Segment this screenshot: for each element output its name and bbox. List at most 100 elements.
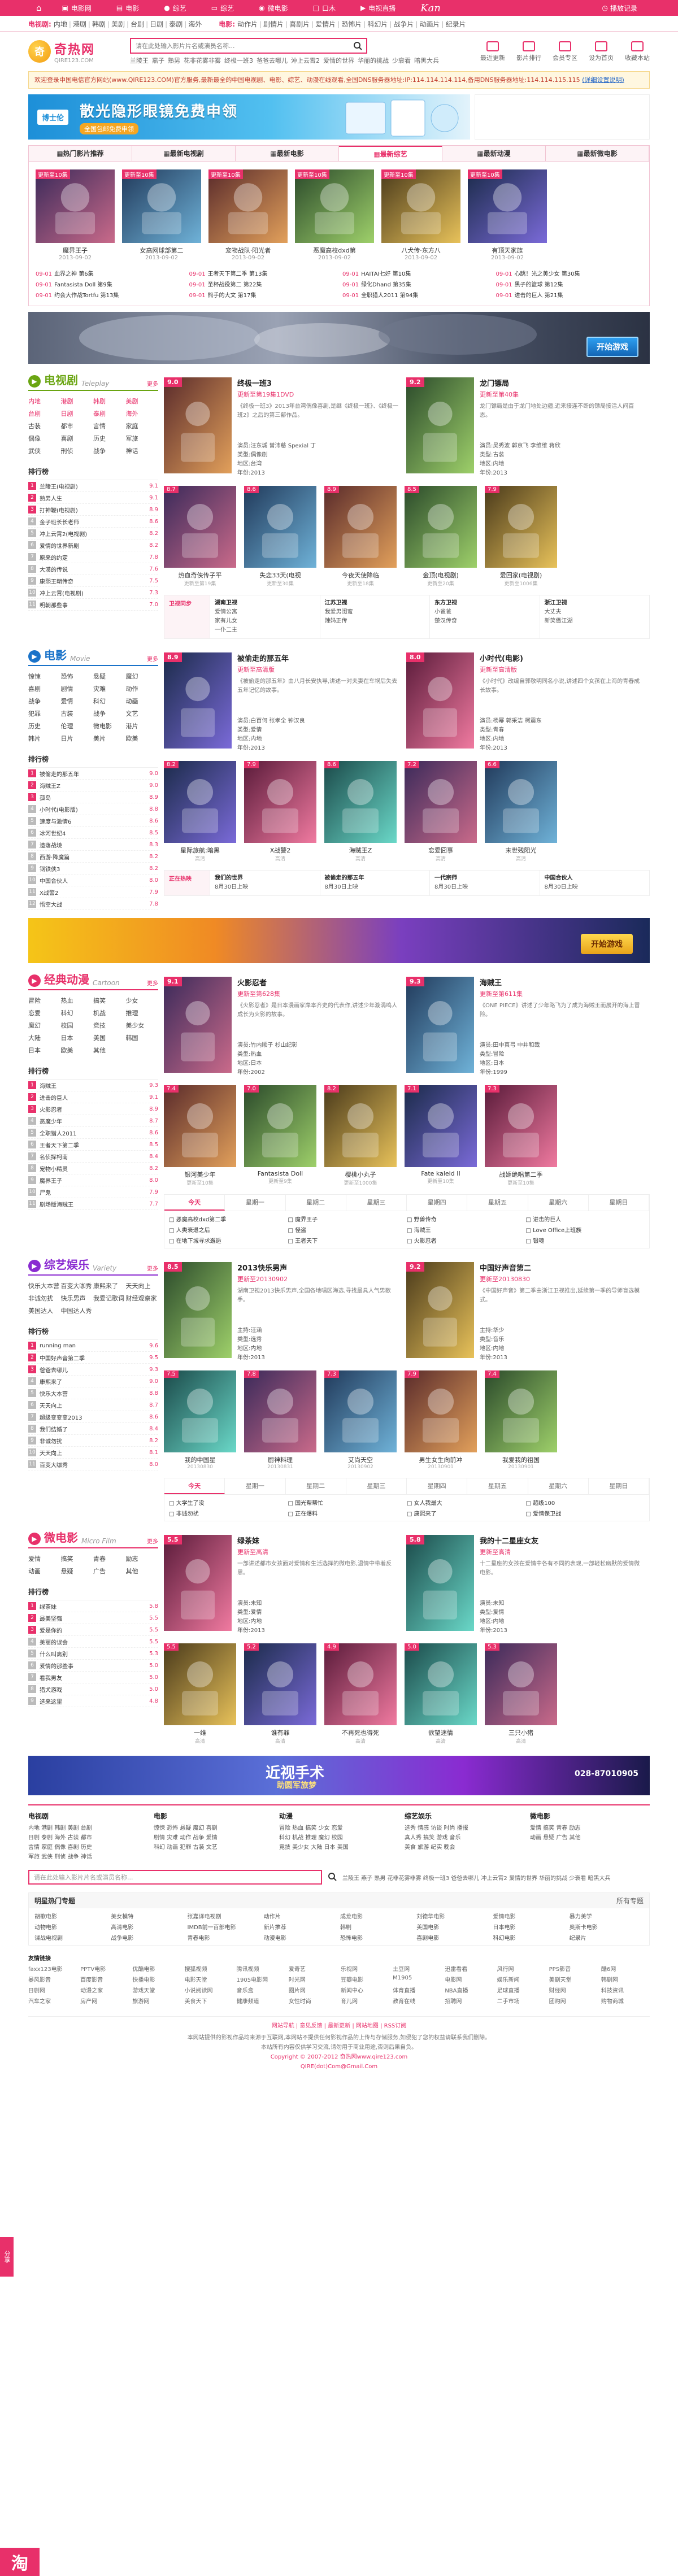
- subnav-link[interactable]: 台剧: [131, 20, 144, 28]
- friend-link[interactable]: 汽车之家: [28, 1996, 77, 2005]
- media-thumb[interactable]: 7.9: [485, 486, 557, 568]
- rank-item[interactable]: 8 大漠的传说 7.6: [28, 563, 158, 575]
- topic-link[interactable]: 美女模特: [111, 1912, 185, 1920]
- feature-thumb[interactable]: 9.0: [164, 377, 232, 473]
- category-link[interactable]: 伦理: [61, 721, 94, 730]
- topnav-item-1[interactable]: ▤ 电影: [104, 0, 151, 16]
- feature-thumb[interactable]: 9.2: [406, 377, 474, 473]
- rank-item[interactable]: 4 小时代(电影版) 8.8: [28, 803, 158, 815]
- topic-link[interactable]: 新片推荐: [264, 1922, 338, 1931]
- media-card[interactable]: 8.9 今夜天使降临 更新至18集: [324, 486, 397, 587]
- subnav-link[interactable]: 动画片: [420, 20, 440, 28]
- category-link[interactable]: 日片: [61, 734, 94, 743]
- weekday-item[interactable]: □ 王者天下: [288, 1236, 407, 1245]
- weekday-item[interactable]: □ 海贼王: [407, 1225, 526, 1234]
- category-link[interactable]: 欧美: [61, 1046, 94, 1055]
- feature-card[interactable]: 9.3 海贼王 更新至第611集 《ONE PIECE》讲述了少年路飞为了成为海贼王而…: [406, 977, 641, 1077]
- rank-item[interactable]: 6 冰河世纪4 8.5: [28, 827, 158, 839]
- poster-card[interactable]: 更新至10集 八犬传·东方八 2013-09-02: [381, 169, 460, 261]
- quick-link[interactable]: 设为首页: [589, 41, 614, 62]
- schedule-item[interactable]: 家有儿女: [215, 617, 315, 626]
- schedule-item[interactable]: 新笑傲江湖: [545, 617, 645, 626]
- friend-link[interactable]: 音乐盒: [237, 1986, 285, 1994]
- friend-link[interactable]: 美剧天堂: [549, 1975, 598, 1983]
- topic-link[interactable]: 动物电影: [34, 1922, 108, 1931]
- media-card[interactable]: 6.6 末世残阳光 高清: [485, 761, 557, 862]
- rank-item[interactable]: 8 宠物小精灵 8.2: [28, 1163, 158, 1174]
- footer-category-title[interactable]: 电影: [154, 1811, 273, 1821]
- schedule-item[interactable]: 江苏卫视: [325, 600, 347, 606]
- media-name[interactable]: 不再死也得死: [324, 1728, 397, 1737]
- category-link[interactable]: 美少女: [126, 1021, 159, 1030]
- subnav-link[interactable]: 泰剧: [169, 20, 182, 28]
- category-link[interactable]: 文艺: [126, 709, 159, 718]
- media-thumb[interactable]: 7.1: [405, 1085, 477, 1167]
- friend-link[interactable]: 健康频道: [237, 1996, 285, 2005]
- media-card[interactable]: 7.3 战姬绝唱第二季 更新至10集: [485, 1085, 557, 1186]
- media-thumb[interactable]: 7.5: [164, 1370, 236, 1452]
- friend-link[interactable]: 动漫之家: [80, 1986, 129, 1994]
- category-link[interactable]: 百变大咖秀: [61, 1281, 94, 1290]
- weekday-tab[interactable]: 今天: [164, 1478, 225, 1494]
- topic-link[interactable]: 爱情电影: [493, 1912, 567, 1920]
- hot-word-link[interactable]: 爱情的世界: [323, 57, 354, 64]
- category-link[interactable]: 台剧: [28, 409, 61, 418]
- feature-title[interactable]: 2013快乐男声: [237, 1262, 398, 1273]
- media-card[interactable]: 8.5 金顶(电视剧) 更新至20集: [405, 486, 477, 587]
- media-thumb[interactable]: 5.3: [485, 1643, 557, 1725]
- feature-title[interactable]: 绿茶妹: [237, 1535, 398, 1546]
- schedule-item[interactable]: 湖南卫视: [215, 600, 237, 606]
- category-link[interactable]: 科幻: [61, 1008, 94, 1017]
- weekday-item[interactable]: □ Love Office上班族: [526, 1225, 645, 1234]
- rank-item[interactable]: 10 天天向上 8.1: [28, 1447, 158, 1459]
- topic-link[interactable]: 美国电影: [416, 1922, 490, 1931]
- poster-thumb[interactable]: 更新至10集: [468, 169, 547, 243]
- media-card[interactable]: 7.5 我的中国星 20130830: [164, 1370, 236, 1470]
- topic-link[interactable]: 高清电影: [111, 1922, 185, 1931]
- media-card[interactable]: 4.9 不再死也得死 高清: [324, 1643, 397, 1744]
- category-link[interactable]: 韩片: [28, 734, 61, 743]
- media-name[interactable]: 三只小猪: [485, 1728, 557, 1737]
- category-link[interactable]: 港剧: [61, 397, 94, 406]
- weekday-item[interactable]: □ 人类衰退之后: [169, 1225, 288, 1234]
- category-link[interactable]: 搞笑: [93, 996, 126, 1005]
- friend-link[interactable]: 时光网: [289, 1975, 337, 1983]
- quick-link[interactable]: 影片排行: [516, 41, 541, 62]
- weekday-item[interactable]: □ 大学生了没: [169, 1498, 288, 1507]
- rank-item[interactable]: 2 海贼王Z 9.0: [28, 780, 158, 791]
- media-name[interactable]: Fate kaleid II: [405, 1170, 477, 1177]
- rank-item[interactable]: 2 中国好声音第二季 9.5: [28, 1352, 158, 1364]
- schedule-item[interactable]: 被偷走的那五年: [325, 875, 364, 881]
- footer-search-input[interactable]: 请在此处输入影片片名或演员名称...: [28, 1870, 322, 1885]
- rank-item[interactable]: 5 冲上云霄2(电视剧) 8.2: [28, 528, 158, 539]
- category-link[interactable]: 魔幻: [28, 1021, 61, 1030]
- weekday-item[interactable]: □ 野兽传奇: [407, 1215, 526, 1223]
- update-item[interactable]: 09-01 Fantasista Doll 第9集: [36, 280, 182, 288]
- media-thumb[interactable]: 7.9: [244, 761, 316, 843]
- rank-item[interactable]: 8 西游·降魔篇 8.2: [28, 851, 158, 863]
- media-thumb[interactable]: 7.8: [244, 1370, 316, 1452]
- category-link[interactable]: 其他: [126, 1567, 159, 1576]
- update-item[interactable]: 09-01 进击的巨人 第21集: [496, 290, 643, 299]
- category-link[interactable]: 历史: [28, 721, 61, 730]
- footer-category-links[interactable]: 日剧 泰剧 海外 古装 都市: [28, 1833, 148, 1843]
- media-name[interactable]: 海贼王Z: [324, 846, 397, 855]
- friend-link[interactable]: 购物商城: [601, 1996, 650, 2005]
- feature-title[interactable]: 终极一班3: [237, 377, 398, 388]
- category-link[interactable]: 军旅: [126, 434, 159, 443]
- category-link[interactable]: 神话: [126, 446, 159, 455]
- schedule-item[interactable]: 一仆二主: [215, 626, 315, 635]
- weekday-tab[interactable]: 星期五: [467, 1478, 528, 1494]
- weekday-item[interactable]: □ 魔界王子: [288, 1215, 407, 1223]
- friend-link[interactable]: 电影网: [445, 1975, 493, 1983]
- schedule-item[interactable]: 8月30日上映: [215, 883, 315, 892]
- schedule-item[interactable]: 大丈夫: [545, 608, 645, 617]
- category-link[interactable]: 泰剧: [93, 409, 126, 418]
- media-card[interactable]: 7.4 银河美少年 更新至10集: [164, 1085, 236, 1186]
- schedule-item[interactable]: 浙江卫视: [545, 600, 567, 606]
- category-link[interactable]: 康熙来了: [93, 1281, 126, 1290]
- weekday-item[interactable]: □ 进击的巨人: [526, 1215, 645, 1223]
- category-link[interactable]: 广告: [93, 1567, 126, 1576]
- media-name[interactable]: 热血奇侠传子平: [164, 571, 236, 580]
- schedule-item[interactable]: 我爱男闺蜜: [325, 608, 425, 617]
